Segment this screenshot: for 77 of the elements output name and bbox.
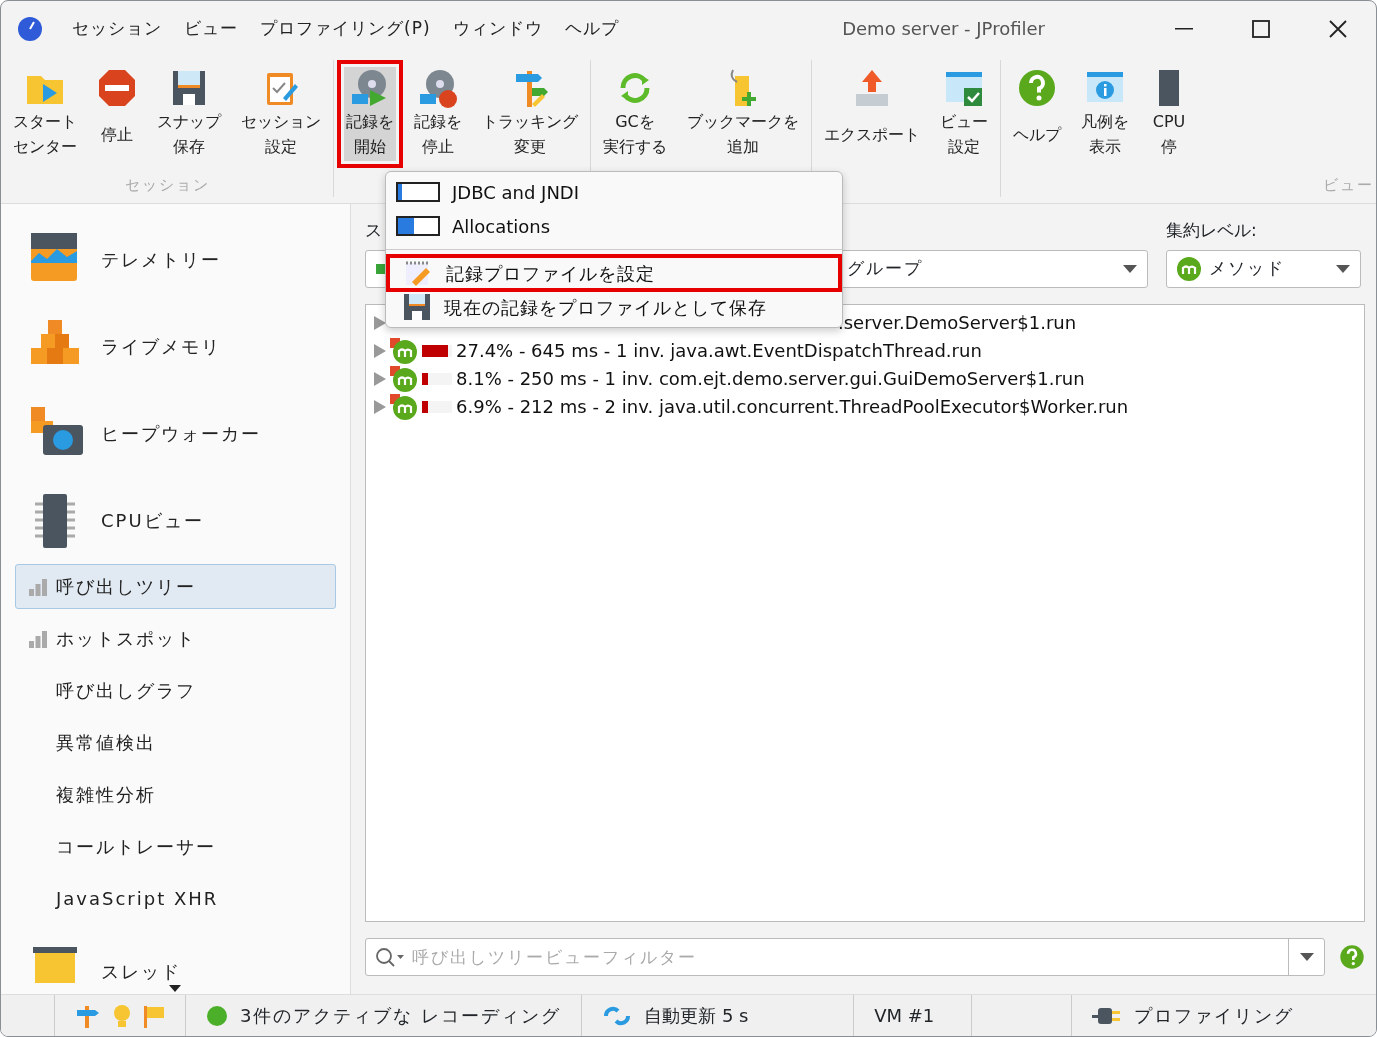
- toolbar-button[interactable]: 記録を 開始: [337, 60, 403, 168]
- sidebar-item[interactable]: ヒープウォーカー: [15, 390, 336, 477]
- caret-icon: [1336, 264, 1350, 273]
- toolbar-button[interactable]: 記録を 停止: [405, 60, 471, 168]
- minimize-icon: [1174, 27, 1193, 30]
- bar-signal-icon: [28, 577, 48, 596]
- expand-arrow-icon: [374, 343, 386, 358]
- connection-status: プロファイリング: [1134, 1004, 1295, 1028]
- menu-item[interactable]: Allocations: [386, 209, 842, 243]
- light-bulb-icon: [113, 1003, 131, 1028]
- expand-arrow-icon: [374, 399, 386, 414]
- tree-node-text[interactable]: 8.1% - 250 ms - 1 inv. com.ejt.demo.server.gui.GuiDemoServer$1.run: [456, 365, 1085, 392]
- status-dot-icon: [206, 1004, 228, 1027]
- profile-bar-icon: [396, 216, 440, 236]
- bar-signal-icon: [28, 629, 48, 648]
- menu-item[interactable]: ビュー: [173, 13, 249, 44]
- aggregation-dropdown[interactable]: メソッド: [1166, 249, 1361, 288]
- sidebar-item[interactable]: JavaScript XHR: [15, 876, 336, 921]
- sidebar-item[interactable]: 呼び出しグラフ: [15, 668, 336, 713]
- help-icon: [1339, 944, 1365, 970]
- method-icon: [1177, 256, 1201, 281]
- field-label: 集約レベル:: [1166, 219, 1257, 242]
- toolbar-button[interactable]: 停止: [88, 60, 146, 168]
- sidebar-item[interactable]: スレッド: [15, 928, 336, 994]
- menu-item[interactable]: プロファイリング(P): [249, 13, 442, 44]
- sidebar-item[interactable]: 異常値検出: [15, 720, 336, 765]
- menu-item[interactable]: JDBC and JNDI: [386, 175, 842, 209]
- method-icon: [390, 337, 418, 364]
- expand-arrow-icon: [374, 315, 386, 330]
- status-square-icon: [376, 263, 386, 274]
- sidebar-item[interactable]: 複雑性分析: [15, 772, 336, 817]
- sidebar-item[interactable]: 呼び出しツリー: [15, 564, 336, 609]
- scroll-down-icon: [169, 985, 181, 992]
- toolbar-button[interactable]: セッション 設定: [232, 60, 330, 168]
- sidebar-item[interactable]: CPUビュー: [15, 477, 336, 564]
- auto-update-status: 自動更新 5 s: [644, 1004, 749, 1028]
- toolbar-button[interactable]: GCを 実行する: [594, 60, 676, 168]
- caret-icon: [1299, 953, 1314, 961]
- profile-bar-icon: [396, 182, 440, 202]
- recording-status: 3件のアクティブな レコーディング: [240, 1004, 562, 1028]
- toolbar-button[interactable]: ビュー 設定: [931, 60, 997, 168]
- window-title: Demo server - JProfiler: [842, 17, 1045, 41]
- film-reel-stop-icon: [418, 68, 458, 108]
- toolbar-button[interactable]: スタート センター: [4, 60, 86, 168]
- sidebar-item[interactable]: テレメトリー: [15, 216, 336, 303]
- toolbar-button[interactable]: トラッキング 変更: [473, 60, 587, 168]
- maximize-icon: [1251, 19, 1270, 38]
- close-icon: [1328, 19, 1347, 38]
- flag-icon: [143, 1003, 165, 1028]
- caret-icon: [1123, 264, 1137, 273]
- toolbar-button[interactable]: 凡例を 表示: [1072, 60, 1138, 168]
- group-label: ビュー: [1322, 175, 1374, 196]
- menu-item[interactable]: ウィンドウ: [441, 13, 554, 44]
- app-logo-icon: [17, 15, 43, 42]
- tree-node-text[interactable]: 27.4% - 645 ms - 1 inv. java.awt.EventDispatchThread.run: [456, 337, 982, 364]
- group-label: セッション: [123, 175, 211, 196]
- toolbar-button[interactable]: ブックマークを 追加: [678, 60, 808, 168]
- toolbar-button[interactable]: ヘルプ: [1004, 60, 1070, 168]
- pin-icon: [75, 1003, 101, 1028]
- menu-item[interactable]: セッション: [61, 13, 173, 44]
- toolbar-button[interactable]: CPU 停: [1140, 60, 1198, 168]
- search-icon: [374, 946, 406, 968]
- sidebar-item[interactable]: コールトレーサー: [15, 824, 336, 869]
- menu-item[interactable]: ヘルプ: [553, 13, 630, 44]
- tree-node-text[interactable]: 6.9% - 212 ms - 2 inv. java.util.concurrent.ThreadPoolExecutor$Worker.run: [456, 393, 1129, 420]
- sidebar-item[interactable]: ライブメモリ: [15, 303, 336, 390]
- expand-arrow-icon: [374, 371, 386, 386]
- method-icon: [390, 365, 418, 392]
- toolbar-button[interactable]: スナップ 保存: [148, 60, 230, 168]
- vm-label: VM #1: [874, 1004, 935, 1028]
- help-icon: [1017, 68, 1057, 108]
- toolbar-button[interactable]: エクスポート: [815, 60, 929, 168]
- menu-item[interactable]: 現在の記録をプロファイルとして保存: [386, 290, 842, 324]
- method-icon: [390, 393, 418, 420]
- field-label: ス: [365, 219, 382, 242]
- refresh-icon: [602, 1004, 633, 1027]
- sidebar-item[interactable]: ホットスポット: [15, 616, 336, 661]
